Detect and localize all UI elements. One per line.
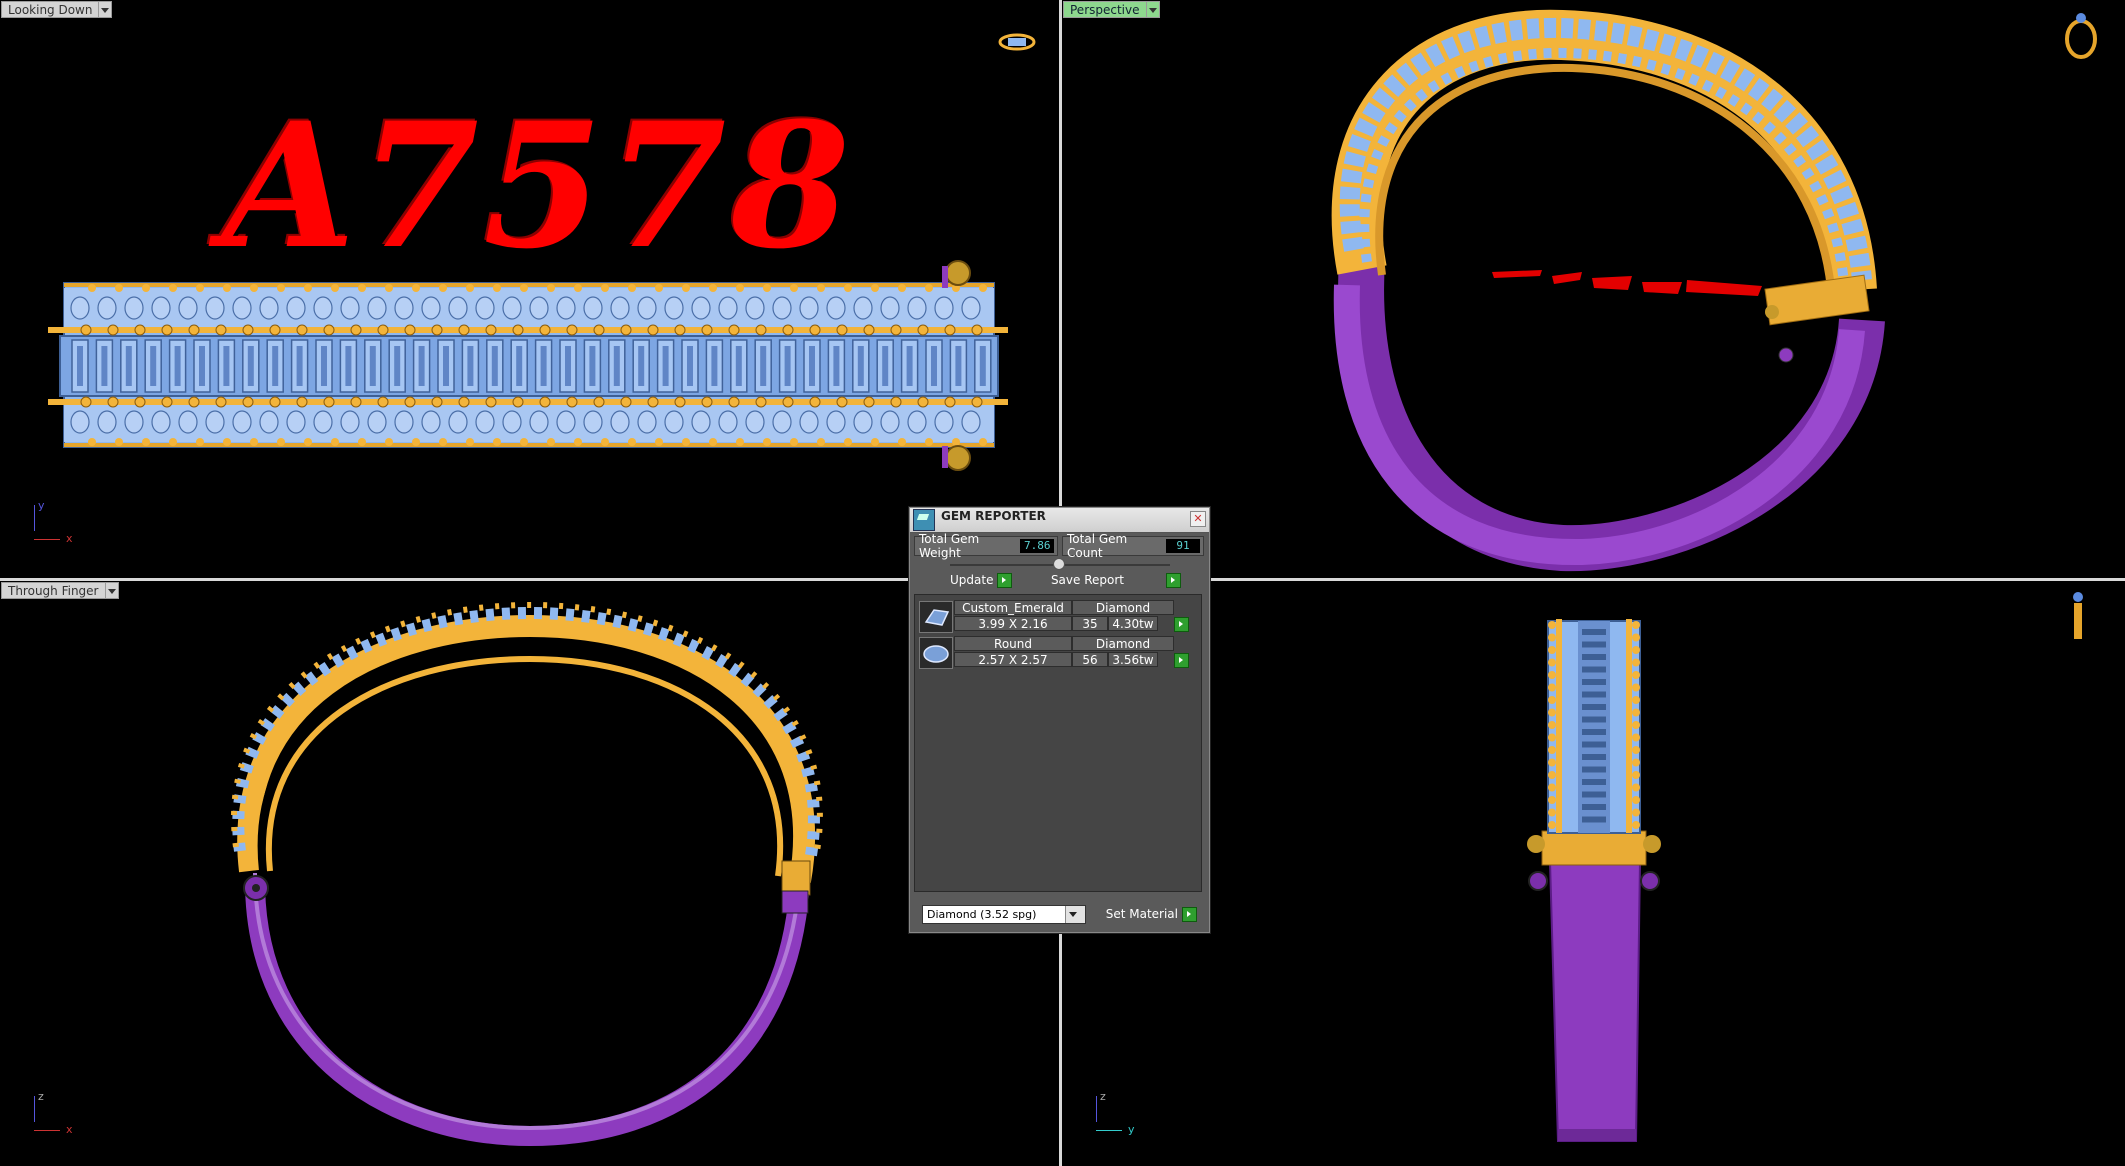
axis-label-z: z — [1100, 1090, 1106, 1103]
viewport-name: Through Finger — [1, 582, 106, 599]
viewport-perspective[interactable]: Perspective — [1062, 0, 2125, 578]
ring-orientation-icon — [998, 33, 1036, 51]
material-select-value: Diamond (3.52 spg) — [927, 907, 1037, 921]
update-play-icon[interactable] — [997, 572, 1013, 588]
total-gem-weight-value: 7.86 — [1020, 539, 1054, 553]
gem-count: 35 — [1072, 616, 1108, 631]
viewport-name: Perspective — [1063, 1, 1147, 18]
axis-label-x: x — [66, 532, 73, 545]
axis-label-z: z — [38, 1090, 44, 1103]
total-gem-count: Total Gem Count 91 — [1062, 532, 1204, 560]
set-material-label: Set Material — [1105, 907, 1178, 921]
save-report-play-icon[interactable] — [1166, 572, 1181, 588]
slider-handle[interactable] — [1053, 558, 1065, 570]
total-gem-weight: Total Gem Weight 7.86 — [914, 532, 1058, 560]
total-gem-count-value: 91 — [1166, 539, 1200, 553]
gem-list[interactable]: Custom_Emerald Diamond 3.99 X 2.16 35 4.… — [914, 594, 1202, 892]
viewport-label-through-finger[interactable]: Through Finger — [1, 582, 119, 599]
viewport-side[interactable]: z y — [1062, 581, 2125, 1166]
gem-material: Diamond — [1072, 600, 1174, 615]
gem-shape: Round — [954, 636, 1072, 651]
total-gem-weight-label: Total Gem Weight — [919, 532, 980, 560]
gem-row[interactable]: Custom_Emerald Diamond 3.99 X 2.16 35 4.… — [919, 600, 1189, 633]
viewport-dropdown-chevron-icon[interactable] — [1146, 1, 1160, 18]
engraving-text-perspective — [1492, 270, 1762, 296]
material-select[interactable]: Diamond (3.52 spg) — [922, 904, 1086, 924]
set-material-play-icon[interactable] — [1182, 906, 1197, 922]
total-gem-count-label: Total Gem Count — [1067, 532, 1128, 560]
ring-perspective-icon — [2065, 13, 2097, 59]
hinge-right — [781, 860, 811, 896]
round-gem-icon — [919, 637, 953, 669]
dialog-title: GEM REPORTER — [941, 509, 1046, 523]
side-canvas — [1527, 592, 2083, 1142]
axis-indicator: z x — [34, 1090, 94, 1136]
through-finger-canvas — [231, 601, 823, 1147]
gem-reporter-app-icon — [913, 509, 935, 531]
axis-indicator: y x — [34, 499, 94, 545]
hinge-knob-top — [945, 260, 971, 286]
update-label: Update — [950, 573, 994, 587]
save-report-label: Save Report — [1050, 573, 1124, 587]
gold-collar — [1541, 830, 1647, 866]
axis-label-y: y — [1128, 1123, 1135, 1136]
purple-shank — [1548, 860, 1642, 1142]
gem-count: 56 — [1072, 652, 1108, 667]
gem-material: Diamond — [1072, 636, 1174, 651]
axis-label-x: x — [66, 1123, 73, 1136]
viewport-label-looking-down[interactable]: Looking Down — [1, 1, 113, 18]
set-material-button[interactable]: Set Material — [1105, 906, 1197, 922]
close-icon[interactable]: ✕ — [1190, 511, 1206, 527]
viewport-looking-down[interactable]: A7578 Looking Down y x — [0, 0, 1059, 578]
gem-size: 3.99 X 2.16 — [954, 616, 1072, 631]
ring-side-icon — [2073, 592, 2083, 639]
emerald-cut-gem-icon — [919, 601, 953, 633]
axis-label-y: y — [38, 499, 45, 512]
chevron-down-icon[interactable] — [1065, 905, 1085, 923]
save-report-button[interactable]: Save Report — [1051, 572, 1181, 588]
gem-row-play-icon[interactable] — [1174, 653, 1189, 668]
hinge-knob-bottom — [945, 445, 971, 471]
model-text: A7578 — [222, 84, 855, 287]
viewport-dropdown-chevron-icon[interactable] — [99, 1, 113, 18]
update-button[interactable]: Update — [950, 572, 1013, 588]
axis-indicator: z y — [1096, 1090, 1156, 1136]
viewport-name: Looking Down — [1, 1, 100, 18]
purple-shank-front — [1333, 284, 1865, 566]
gem-weight: 4.30tw — [1108, 616, 1158, 631]
viewport-dropdown-chevron-icon[interactable] — [105, 582, 119, 599]
perspective-canvas — [1331, 9, 2097, 572]
gem-row[interactable]: Round Diamond 2.57 X 2.57 56 3.56tw — [919, 636, 1189, 669]
viewport-label-perspective[interactable]: Perspective — [1063, 1, 1160, 18]
dialog-titlebar[interactable]: GEM REPORTER ✕ — [910, 508, 1209, 533]
gem-size: 2.57 X 2.57 — [954, 652, 1072, 667]
gem-reporter-dialog[interactable]: GEM REPORTER ✕ Total Gem Weight 7.86 Tot… — [909, 507, 1210, 933]
gem-weight: 3.56tw — [1108, 652, 1158, 667]
gem-shape: Custom_Emerald — [954, 600, 1072, 615]
purple-shank — [245, 880, 810, 1147]
gem-row-play-icon[interactable] — [1174, 617, 1189, 632]
viewport-through-finger[interactable]: Through Finger z x — [0, 581, 1059, 1166]
